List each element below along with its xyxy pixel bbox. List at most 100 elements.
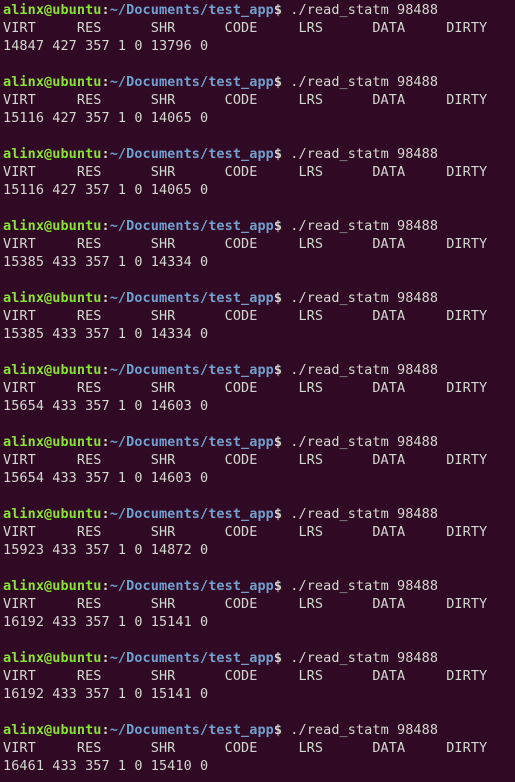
output-values-row: 15385 433 357 1 0 14334 0 (3, 326, 209, 342)
prompt-dollar-sign: $ (273, 722, 283, 738)
output-header-row: VIRT RES SHR CODE LRS DATA DIRTY (3, 308, 488, 324)
prompt-separator: : (101, 650, 110, 666)
command-text: ./read_statm 98488 (282, 650, 439, 666)
prompt-line: alinx@ubuntu:~/Documents/test_app$ ./rea… (3, 73, 515, 91)
prompt-user-host: alinx@ubuntu (3, 74, 102, 90)
prompt-path: ~/Documents/test_app (109, 74, 274, 90)
output-values-row: 15654 433 357 1 0 14603 0 (3, 398, 209, 414)
output-values-row: 15923 433 357 1 0 14872 0 (3, 542, 209, 558)
prompt-dollar-sign: $ (273, 2, 283, 18)
prompt-path: ~/Documents/test_app (109, 434, 274, 450)
output-values-row: 16192 433 357 1 0 15141 0 (3, 614, 209, 630)
prompt-path: ~/Documents/test_app (109, 650, 274, 666)
prompt-dollar-sign: $ (273, 650, 283, 666)
prompt-path: ~/Documents/test_app (109, 146, 274, 162)
prompt-path: ~/Documents/test_app (109, 2, 274, 18)
output-header-row: VIRT RES SHR CODE LRS DATA DIRTY (3, 380, 488, 396)
prompt-line: alinx@ubuntu:~/Documents/test_app$ ./rea… (3, 433, 515, 451)
prompt-dollar-sign: $ (273, 362, 283, 378)
prompt-separator: : (101, 578, 110, 594)
prompt-separator: : (101, 362, 110, 378)
command-text: ./read_statm 98488 (282, 146, 439, 162)
output-header-row: VIRT RES SHR CODE LRS DATA DIRTY (3, 164, 488, 180)
command-text: ./read_statm 98488 (282, 578, 439, 594)
prompt-dollar-sign: $ (273, 218, 283, 234)
prompt-user-host: alinx@ubuntu (3, 650, 102, 666)
prompt-line: alinx@ubuntu:~/Documents/test_app$ ./rea… (3, 145, 515, 163)
prompt-user-host: alinx@ubuntu (3, 2, 102, 18)
prompt-path: ~/Documents/test_app (109, 506, 274, 522)
prompt-user-host: alinx@ubuntu (3, 218, 102, 234)
prompt-separator: : (101, 218, 110, 234)
prompt-path: ~/Documents/test_app (109, 218, 274, 234)
prompt-user-host: alinx@ubuntu (3, 434, 102, 450)
output-header-row: VIRT RES SHR CODE LRS DATA DIRTY (3, 92, 488, 108)
output-values-row: 16461 433 357 1 0 15410 0 (3, 758, 209, 774)
prompt-user-host: alinx@ubuntu (3, 362, 102, 378)
prompt-dollar-sign: $ (273, 506, 283, 522)
prompt-separator: : (101, 290, 110, 306)
prompt-dollar-sign: $ (273, 290, 283, 306)
prompt-separator: : (101, 2, 110, 18)
prompt-user-host: alinx@ubuntu (3, 722, 102, 738)
output-header-row: VIRT RES SHR CODE LRS DATA DIRTY (3, 596, 488, 612)
prompt-line: alinx@ubuntu:~/Documents/test_app$ ./rea… (3, 505, 515, 523)
prompt-user-host: alinx@ubuntu (3, 146, 102, 162)
prompt-line: alinx@ubuntu:~/Documents/test_app$ ./rea… (3, 649, 515, 667)
command-text: ./read_statm 98488 (282, 290, 439, 306)
command-text: ./read_statm 98488 (282, 74, 439, 90)
output-values-row: 16192 433 357 1 0 15141 0 (3, 686, 209, 702)
output-values-row: 15116 427 357 1 0 14065 0 (3, 182, 209, 198)
prompt-line: alinx@ubuntu:~/Documents/test_app$ ./rea… (3, 217, 515, 235)
prompt-line: alinx@ubuntu:~/Documents/test_app$ ./rea… (3, 361, 515, 379)
output-header-row: VIRT RES SHR CODE LRS DATA DIRTY (3, 740, 488, 756)
output-values-row: 14847 427 357 1 0 13796 0 (3, 38, 209, 54)
output-header-row: VIRT RES SHR CODE LRS DATA DIRTY (3, 20, 488, 36)
output-header-row: VIRT RES SHR CODE LRS DATA DIRTY (3, 452, 488, 468)
terminal-screen[interactable]: alinx@ubuntu:~/Documents/test_app$ ./rea… (0, 1, 515, 775)
command-text: ./read_statm 98488 (282, 434, 439, 450)
output-values-row: 15385 433 357 1 0 14334 0 (3, 254, 209, 270)
prompt-path: ~/Documents/test_app (109, 722, 274, 738)
output-header-row: VIRT RES SHR CODE LRS DATA DIRTY (3, 524, 488, 540)
prompt-line: alinx@ubuntu:~/Documents/test_app$ ./rea… (3, 289, 515, 307)
prompt-user-host: alinx@ubuntu (3, 290, 102, 306)
command-text: ./read_statm 98488 (282, 218, 439, 234)
prompt-line: alinx@ubuntu:~/Documents/test_app$ ./rea… (3, 1, 515, 19)
prompt-dollar-sign: $ (273, 146, 283, 162)
prompt-separator: : (101, 434, 110, 450)
command-text: ./read_statm 98488 (282, 506, 439, 522)
output-values-row: 15116 427 357 1 0 14065 0 (3, 110, 209, 126)
prompt-dollar-sign: $ (273, 434, 283, 450)
terminal-window[interactable]: alinx@ubuntu:~/Documents/test_app$ ./rea… (0, 0, 515, 782)
output-header-row: VIRT RES SHR CODE LRS DATA DIRTY (3, 236, 488, 252)
output-values-row: 15654 433 357 1 0 14603 0 (3, 470, 209, 486)
prompt-path: ~/Documents/test_app (109, 578, 274, 594)
output-header-row: VIRT RES SHR CODE LRS DATA DIRTY (3, 668, 488, 684)
command-text: ./read_statm 98488 (282, 362, 439, 378)
prompt-separator: : (101, 506, 110, 522)
command-text: ./read_statm 98488 (282, 2, 439, 18)
prompt-separator: : (101, 722, 110, 738)
prompt-line: alinx@ubuntu:~/Documents/test_app$ ./rea… (3, 577, 515, 595)
prompt-user-host: alinx@ubuntu (3, 578, 102, 594)
prompt-path: ~/Documents/test_app (109, 290, 274, 306)
prompt-dollar-sign: $ (273, 74, 283, 90)
command-text: ./read_statm 98488 (282, 722, 439, 738)
prompt-user-host: alinx@ubuntu (3, 506, 102, 522)
prompt-line: alinx@ubuntu:~/Documents/test_app$ ./rea… (3, 721, 515, 739)
prompt-path: ~/Documents/test_app (109, 362, 274, 378)
prompt-separator: : (101, 146, 110, 162)
prompt-separator: : (101, 74, 110, 90)
prompt-dollar-sign: $ (273, 578, 283, 594)
